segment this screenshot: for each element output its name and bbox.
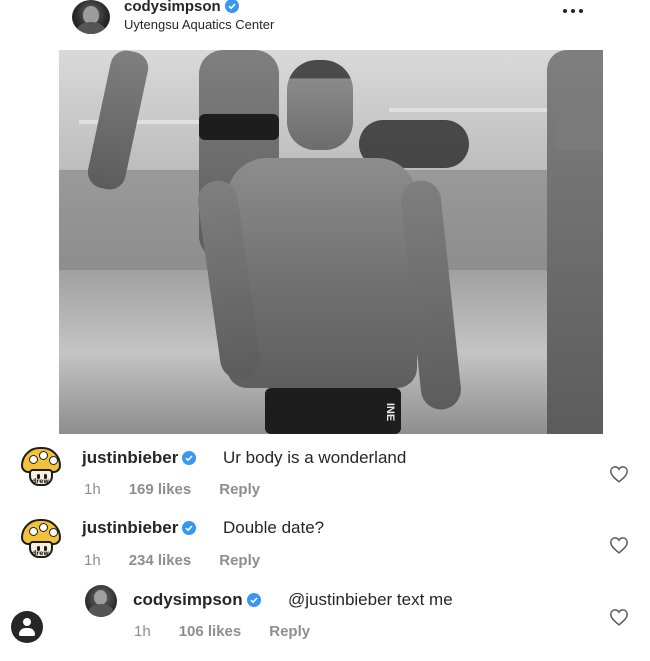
comment-username-label[interactable]: justinbieber [82,518,178,537]
photo-bg-figure [547,50,603,434]
verified-badge-icon [224,0,239,13]
comment-likes[interactable]: 106 likes [179,623,242,640]
more-dot [579,9,583,13]
verified-badge-icon [182,451,197,465]
comment-username[interactable]: justinbieber [82,448,197,468]
more-dot [563,9,567,13]
avatar-face [94,590,107,605]
comment-avatar[interactable] [85,585,117,617]
mushroom-stem: drew [29,541,53,558]
comment-username-label[interactable]: codysimpson [133,590,243,609]
poster-avatar[interactable] [72,0,110,34]
comment-likes[interactable]: 234 likes [129,552,192,569]
comment-reply-button[interactable]: Reply [219,481,260,498]
post-location[interactable]: Uytengsu Aquatics Center [124,17,274,32]
heart-icon[interactable] [609,536,629,554]
verified-badge-icon [182,521,197,535]
comment-text: Ur body is a wonderland [223,448,407,467]
mushroom-spot [39,523,48,532]
comment-time: 1h [84,552,101,569]
photo-swimwear-brand: INE [384,402,397,422]
profile-icon[interactable] [11,611,43,643]
photo-bg-swimwear [555,110,603,150]
profile-icon-head [23,618,31,626]
photo-subject-swimwear [265,388,401,434]
avatar-body [77,22,105,34]
comment-username[interactable]: codysimpson [133,590,261,610]
comment-username-label[interactable]: justinbieber [82,448,178,467]
comment-reply-button[interactable]: Reply [219,552,260,569]
mushroom-spot [29,527,38,536]
comment-likes[interactable]: 169 likes [129,481,192,498]
comment-reply-button[interactable]: Reply [269,623,310,640]
verified-badge-icon [246,593,261,607]
avatar-tag: drew [32,478,49,485]
poster-username[interactable]: codysimpson [124,0,239,15]
post-header: codysimpson Uytengsu Aquatics Center [0,0,650,44]
mushroom-spot [49,528,58,537]
poster-username-label[interactable]: codysimpson [124,0,221,15]
more-options-icon[interactable] [563,6,585,16]
mushroom-spot [29,455,38,464]
avatar-tag: drew [32,550,49,557]
comment-username[interactable]: justinbieber [82,518,197,538]
comment-text: Double date? [223,518,325,537]
comment-avatar[interactable]: drew [19,517,63,561]
comment-avatar[interactable]: drew [19,445,63,489]
more-dot [571,9,575,13]
avatar-body [89,604,113,617]
profile-icon-body [19,628,35,636]
comment-time: 1h [134,623,151,640]
heart-icon[interactable] [609,465,629,483]
heart-icon[interactable] [609,608,629,626]
photo-subject-head [287,60,353,150]
comment-meta: 1h 234 likes Reply [84,552,288,569]
comment-text: @justinbieber text me [288,590,453,609]
photo-bg-swimwear [199,114,279,140]
post-photo[interactable]: INE [59,50,603,434]
mushroom-spot [39,451,48,460]
mushroom-stem: drew [29,469,53,486]
comment-meta: 1h 169 likes Reply [84,481,288,498]
comment-meta: 1h 106 likes Reply [134,623,338,640]
comment-time: 1h [84,481,101,498]
mushroom-spot [49,456,58,465]
